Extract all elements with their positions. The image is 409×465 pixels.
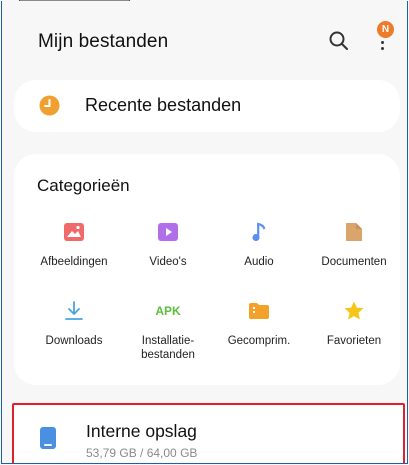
- category-label: Video's: [149, 256, 187, 268]
- categories-card: Categorieën Afbeeldingen Video's Audio D…: [14, 154, 400, 385]
- categories-title: Categorieën: [37, 176, 130, 195]
- storage-usage: 53,79 GB / 64,00 GB: [86, 446, 198, 460]
- document-icon: [346, 223, 362, 241]
- search-icon: [329, 31, 348, 50]
- notification-badge: N: [377, 21, 394, 38]
- category-audio[interactable]: Audio: [211, 221, 307, 269]
- apk-icon-text: APK: [155, 304, 181, 318]
- category-label: Gecomprim.: [227, 335, 291, 347]
- phone-storage-icon: [40, 427, 56, 449]
- category-documents[interactable]: Documenten: [306, 221, 402, 269]
- category-images[interactable]: Afbeeldingen: [26, 221, 122, 269]
- image-icon: [64, 223, 84, 241]
- category-videos[interactable]: Video's: [120, 221, 216, 269]
- download-icon: [65, 301, 83, 320]
- page-title: Mijn bestanden: [38, 31, 169, 52]
- recent-files-card[interactable]: Recente bestanden: [14, 80, 400, 132]
- category-label: Documenten: [321, 256, 387, 268]
- more-options-button[interactable]: N: [372, 21, 396, 55]
- recent-files-label: Recente bestanden: [85, 95, 242, 115]
- search-button[interactable]: [326, 28, 352, 54]
- clock-icon: [39, 95, 60, 116]
- my-files-screen: Mijn bestanden N Recente bestanden Categ…: [1, 1, 408, 464]
- storage-title: Interne opslag: [86, 421, 197, 441]
- apk-icon: APK: [155, 304, 181, 318]
- category-installation-files[interactable]: APK Installatie- bestanden: [120, 300, 216, 362]
- internal-storage-card[interactable]: Interne opslag 53,79 GB / 64,00 GB: [12, 403, 405, 463]
- category-favorites[interactable]: Favorieten: [306, 300, 402, 348]
- category-label: Afbeeldingen: [40, 256, 108, 268]
- star-icon: [344, 301, 364, 320]
- category-label: Favorieten: [326, 335, 382, 347]
- category-compressed[interactable]: Gecomprim.: [211, 300, 307, 348]
- video-icon: [158, 223, 178, 241]
- music-note-icon: [252, 222, 266, 241]
- category-downloads[interactable]: Downloads: [26, 300, 122, 348]
- category-label: Downloads: [45, 335, 103, 347]
- zip-folder-icon: [249, 303, 269, 319]
- more-dots-icon: [381, 41, 384, 44]
- category-label: Audio: [244, 256, 274, 268]
- category-label: Installatie- bestanden: [141, 335, 195, 361]
